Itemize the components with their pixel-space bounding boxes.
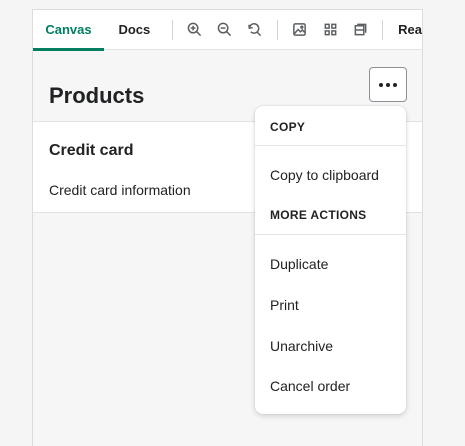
reset-zoom-icon[interactable] (244, 18, 266, 42)
card-title: Credit card (49, 142, 134, 159)
page-title: Products (49, 83, 145, 108)
section-title-copy: COPY (270, 120, 306, 134)
component-icon[interactable] (349, 18, 371, 42)
menu-item-duplicate[interactable]: Duplicate (255, 245, 406, 283)
zoom-in-icon[interactable] (184, 18, 206, 42)
image-icon[interactable] (289, 18, 311, 42)
menu-item-unarchive[interactable]: Unarchive (255, 327, 406, 365)
section-divider (255, 234, 406, 235)
tab-readme[interactable]: Rea (390, 10, 422, 50)
section-divider (255, 145, 406, 146)
section-title-more-actions: MORE ACTIONS (270, 208, 367, 222)
tab-docs[interactable]: Docs (104, 10, 165, 50)
menu-item-copy-to-clipboard[interactable]: Copy to clipboard (255, 156, 406, 194)
toolbar-divider (276, 19, 278, 40)
toolbar-divider (382, 19, 384, 40)
grid-icon[interactable] (319, 18, 341, 42)
toolbar: Canvas Docs Rea (33, 10, 422, 51)
zoom-out-icon[interactable] (214, 18, 236, 42)
more-horizontal-icon (379, 82, 397, 87)
actions-popover: COPY Copy to clipboard MORE ACTIONS Dupl… (255, 106, 406, 414)
tab-canvas[interactable]: Canvas (33, 10, 104, 51)
card-body-text: Credit card information (49, 182, 191, 198)
menu-item-print[interactable]: Print (255, 286, 406, 324)
menu-item-cancel-order[interactable]: Cancel order (255, 367, 406, 405)
more-actions-button[interactable] (369, 67, 407, 102)
toolbar-divider (171, 19, 173, 40)
